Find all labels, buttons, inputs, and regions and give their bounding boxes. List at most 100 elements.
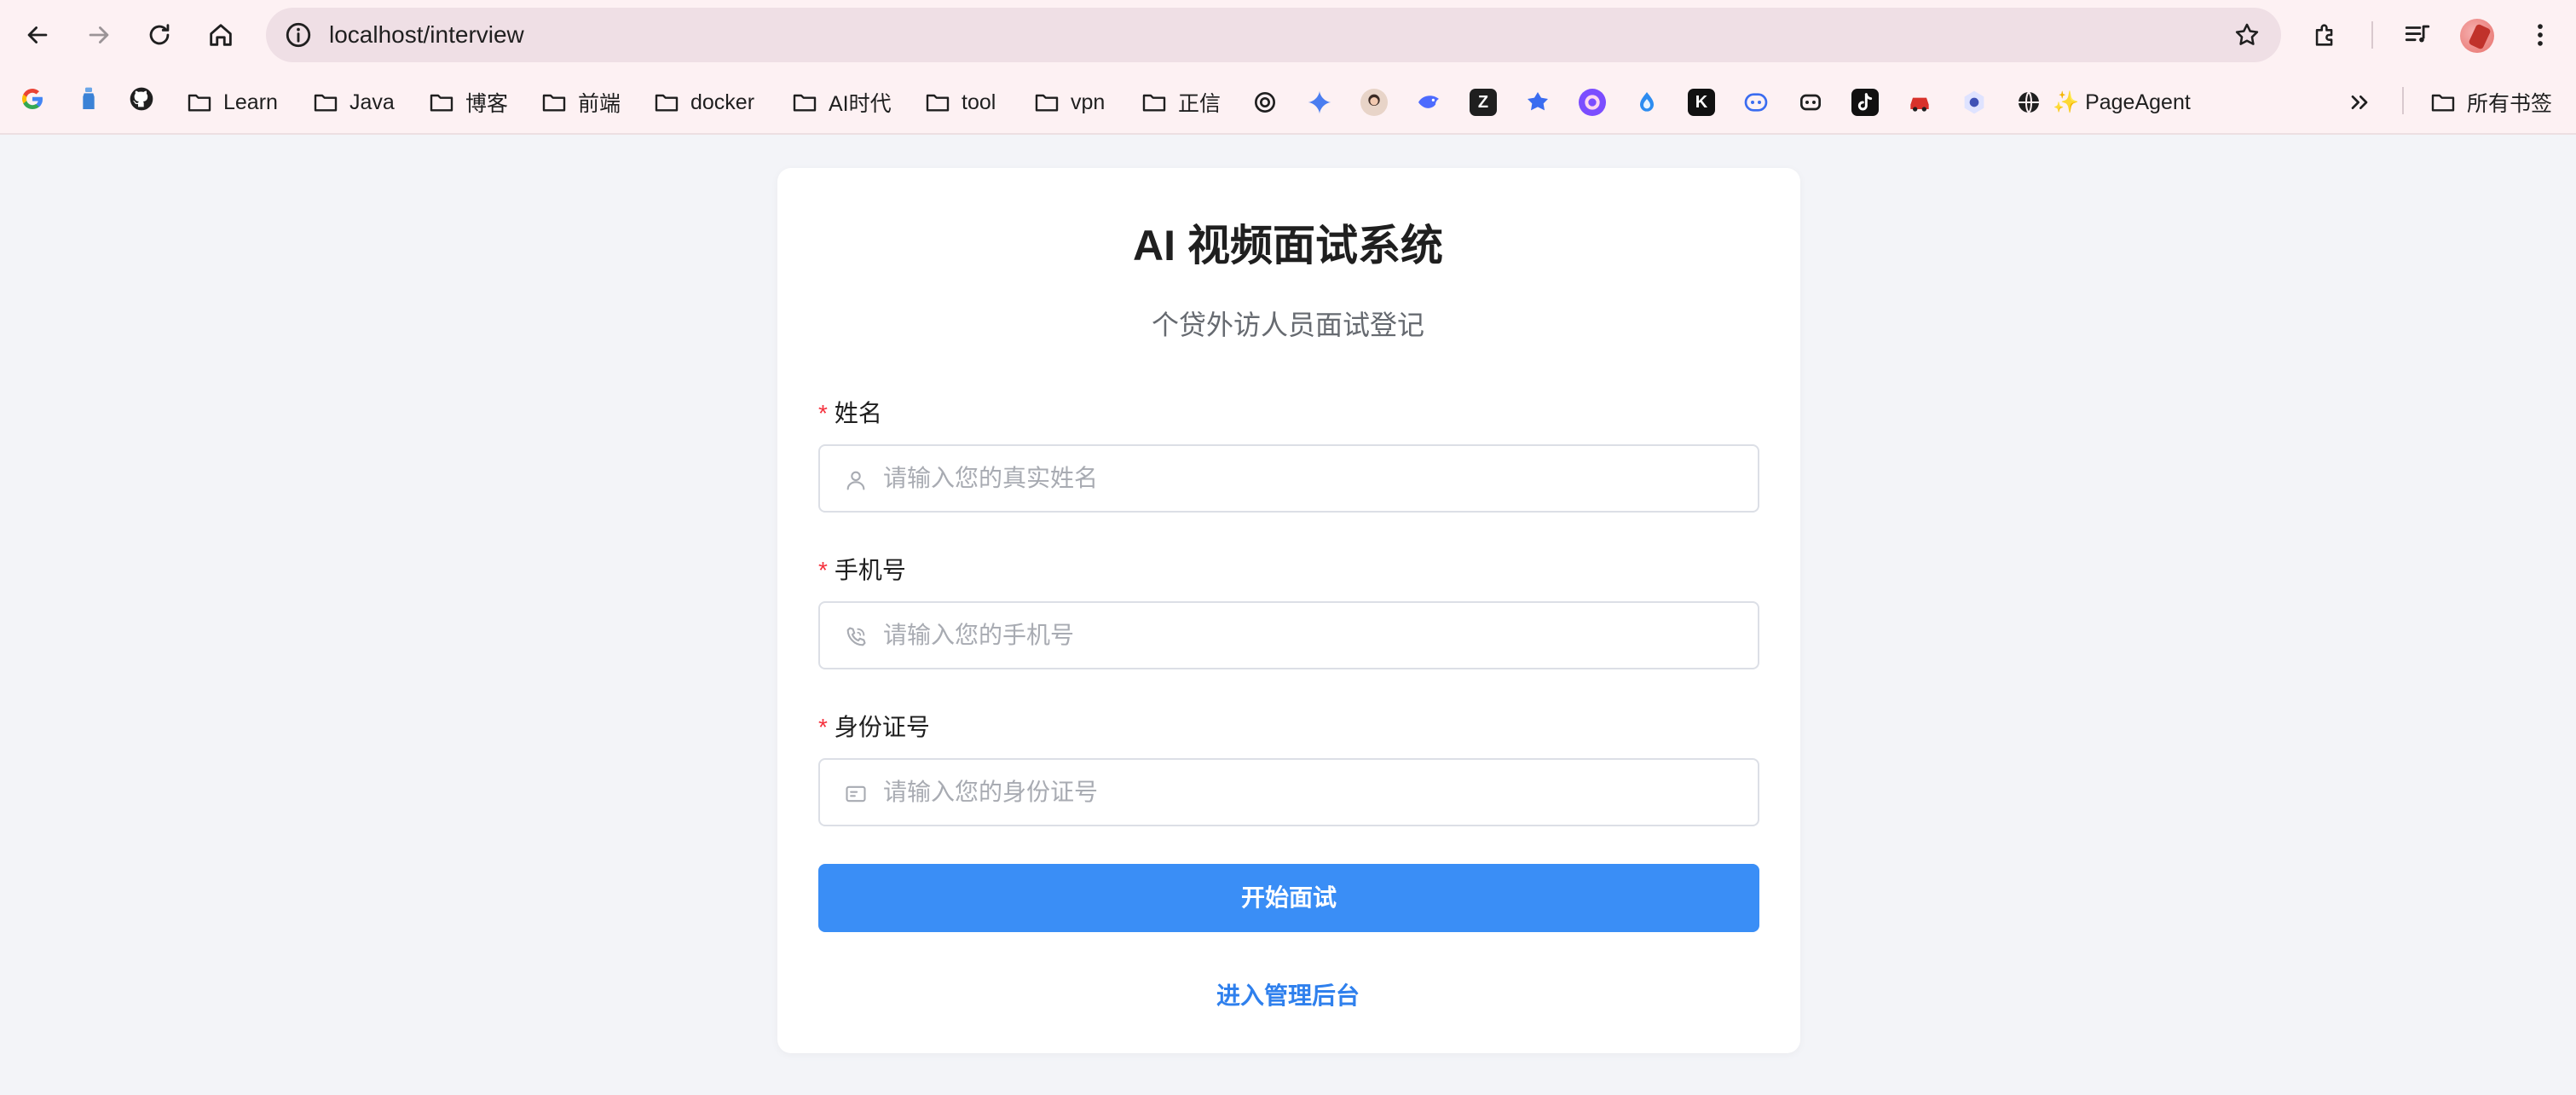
hex-logo-icon[interactable] [1961, 89, 1988, 116]
required-marker: * [818, 557, 828, 583]
bookmark-label: ✨ PageAgent [2053, 90, 2191, 114]
bookmark-folder-blog[interactable]: 博客 [428, 82, 508, 123]
more-vertical-icon [2538, 24, 2543, 46]
bookmark-folder-docker[interactable]: docker [653, 82, 754, 123]
name-field-label: * 姓名 [818, 395, 882, 429]
deepseek-icon[interactable] [1415, 89, 1442, 116]
admin-console-link[interactable]: 进入管理后台 [0, 977, 2576, 1011]
purple-logo-icon[interactable] [1579, 89, 1606, 116]
bookmark-folder-frontend[interactable]: 前端 [540, 82, 621, 123]
folder-icon [430, 94, 453, 112]
browser-toolbar: localhost/interview [0, 0, 2576, 70]
bookmark-folder-vpn[interactable]: vpn [1033, 82, 1105, 123]
blue-flower-icon[interactable] [1524, 89, 1551, 116]
folder-icon [1035, 94, 1059, 112]
page-title: AI 视频面试系统 [1133, 222, 1443, 269]
bookmark-label: 前端 [578, 92, 621, 116]
phone-field-label: * 手机号 [818, 552, 906, 586]
required-marker: * [818, 714, 828, 740]
bottle-icon[interactable] [75, 85, 102, 113]
page-subtitle: 个贷外访人员面试登记 [1151, 310, 1424, 340]
bookmark-label: vpn [1071, 90, 1106, 114]
puzzle-icon [2315, 24, 2333, 46]
url-text[interactable]: localhost/interview [329, 8, 524, 62]
folder-icon [2431, 94, 2455, 112]
bookmarks-bar: Learn Java 博客 前端 docker AI时代 tool vpn 正信… [0, 70, 2576, 135]
robot-icon[interactable] [1797, 89, 1824, 116]
name-input[interactable] [883, 446, 1736, 511]
label-text: 姓名 [834, 400, 882, 426]
folder-icon [655, 94, 679, 112]
bookmark-star-icon[interactable] [2230, 18, 2264, 52]
github-icon[interactable] [128, 85, 155, 113]
ai-chat-icon[interactable] [1742, 89, 1770, 116]
bookmark-folder-tool[interactable]: tool [924, 82, 996, 123]
phone-input[interactable] [883, 603, 1736, 668]
folder-icon [314, 94, 338, 112]
folder-icon [1142, 94, 1166, 112]
openai-icon[interactable] [1251, 89, 1279, 116]
bookmarks-overflow-button[interactable] [2346, 82, 2373, 123]
id-number-field[interactable] [818, 758, 1759, 826]
folder-icon [542, 94, 566, 112]
name-field[interactable] [818, 444, 1759, 513]
back-button[interactable] [17, 14, 58, 55]
label-text: 身份证号 [834, 714, 930, 740]
url-path: /interview [423, 21, 524, 48]
google-icon[interactable] [19, 85, 46, 113]
site-info-icon[interactable] [280, 16, 317, 54]
globe-icon [2019, 91, 2039, 113]
all-bookmarks-button[interactable]: 所有书签 [2429, 82, 2552, 123]
extensions-button[interactable] [2305, 14, 2346, 55]
folder-icon [793, 94, 817, 112]
bookmark-folder-java[interactable]: Java [312, 82, 395, 123]
bookmark-folder-ai[interactable]: AI时代 [791, 82, 892, 123]
z-app-icon[interactable]: Z [1470, 89, 1497, 116]
bookmark-pageagent[interactable]: ✨ PageAgent [2015, 82, 2191, 123]
toolbar-divider [2371, 21, 2373, 49]
browser-window: localhost/interview Learn Java 博客 前端 doc… [0, 0, 2576, 1095]
bookmark-label: docker [690, 90, 755, 114]
bookmark-folder-zhengxin[interactable]: 正信 [1141, 82, 1221, 123]
gemini-icon[interactable] [1306, 89, 1333, 116]
start-interview-button[interactable]: 开始面试 [818, 864, 1759, 932]
tiktok-icon[interactable] [1851, 89, 1879, 116]
menu-button[interactable] [2520, 14, 2561, 55]
phone-icon [844, 625, 868, 649]
folder-icon [188, 94, 211, 112]
bookmark-label: Java [349, 90, 395, 114]
bookmark-label: tool [962, 90, 996, 114]
red-car-icon[interactable] [1906, 89, 1933, 116]
id-number-field-label: * 身份证号 [818, 709, 930, 743]
label-text: 手机号 [834, 557, 906, 583]
address-bar[interactable]: localhost/interview [266, 8, 2281, 62]
home-button[interactable] [200, 14, 241, 55]
bookmark-folder-learn[interactable]: Learn [186, 82, 278, 123]
profile-avatar[interactable] [2460, 19, 2494, 53]
playlist-icon [2405, 25, 2430, 43]
bookmark-label: AI时代 [829, 92, 892, 116]
phone-field[interactable] [818, 601, 1759, 669]
home-icon [210, 24, 232, 46]
folder-icon [926, 94, 950, 112]
reload-button[interactable] [139, 14, 180, 55]
media-control-button[interactable] [2397, 14, 2438, 55]
forward-button[interactable] [78, 14, 119, 55]
bookmarks-divider [2402, 87, 2404, 114]
arrow-right-icon [89, 26, 109, 43]
chevron-double-right-icon [2351, 96, 2368, 109]
drop-icon[interactable] [1633, 89, 1661, 116]
bookmark-label: 博客 [465, 92, 509, 116]
required-marker: * [818, 400, 828, 426]
url-host: localhost [329, 21, 424, 48]
k-app-icon[interactable]: K [1688, 89, 1715, 116]
arrow-left-icon [27, 26, 48, 43]
bookmark-label: 所有书签 [2467, 92, 2553, 116]
user-icon [844, 468, 868, 492]
id-card-icon [844, 782, 868, 806]
id-number-input[interactable] [883, 760, 1736, 825]
avatar-bookmark-icon[interactable] [1360, 89, 1388, 116]
reload-icon [149, 24, 170, 45]
bookmark-label: 正信 [1178, 92, 1222, 116]
bookmark-label: Learn [223, 90, 278, 114]
